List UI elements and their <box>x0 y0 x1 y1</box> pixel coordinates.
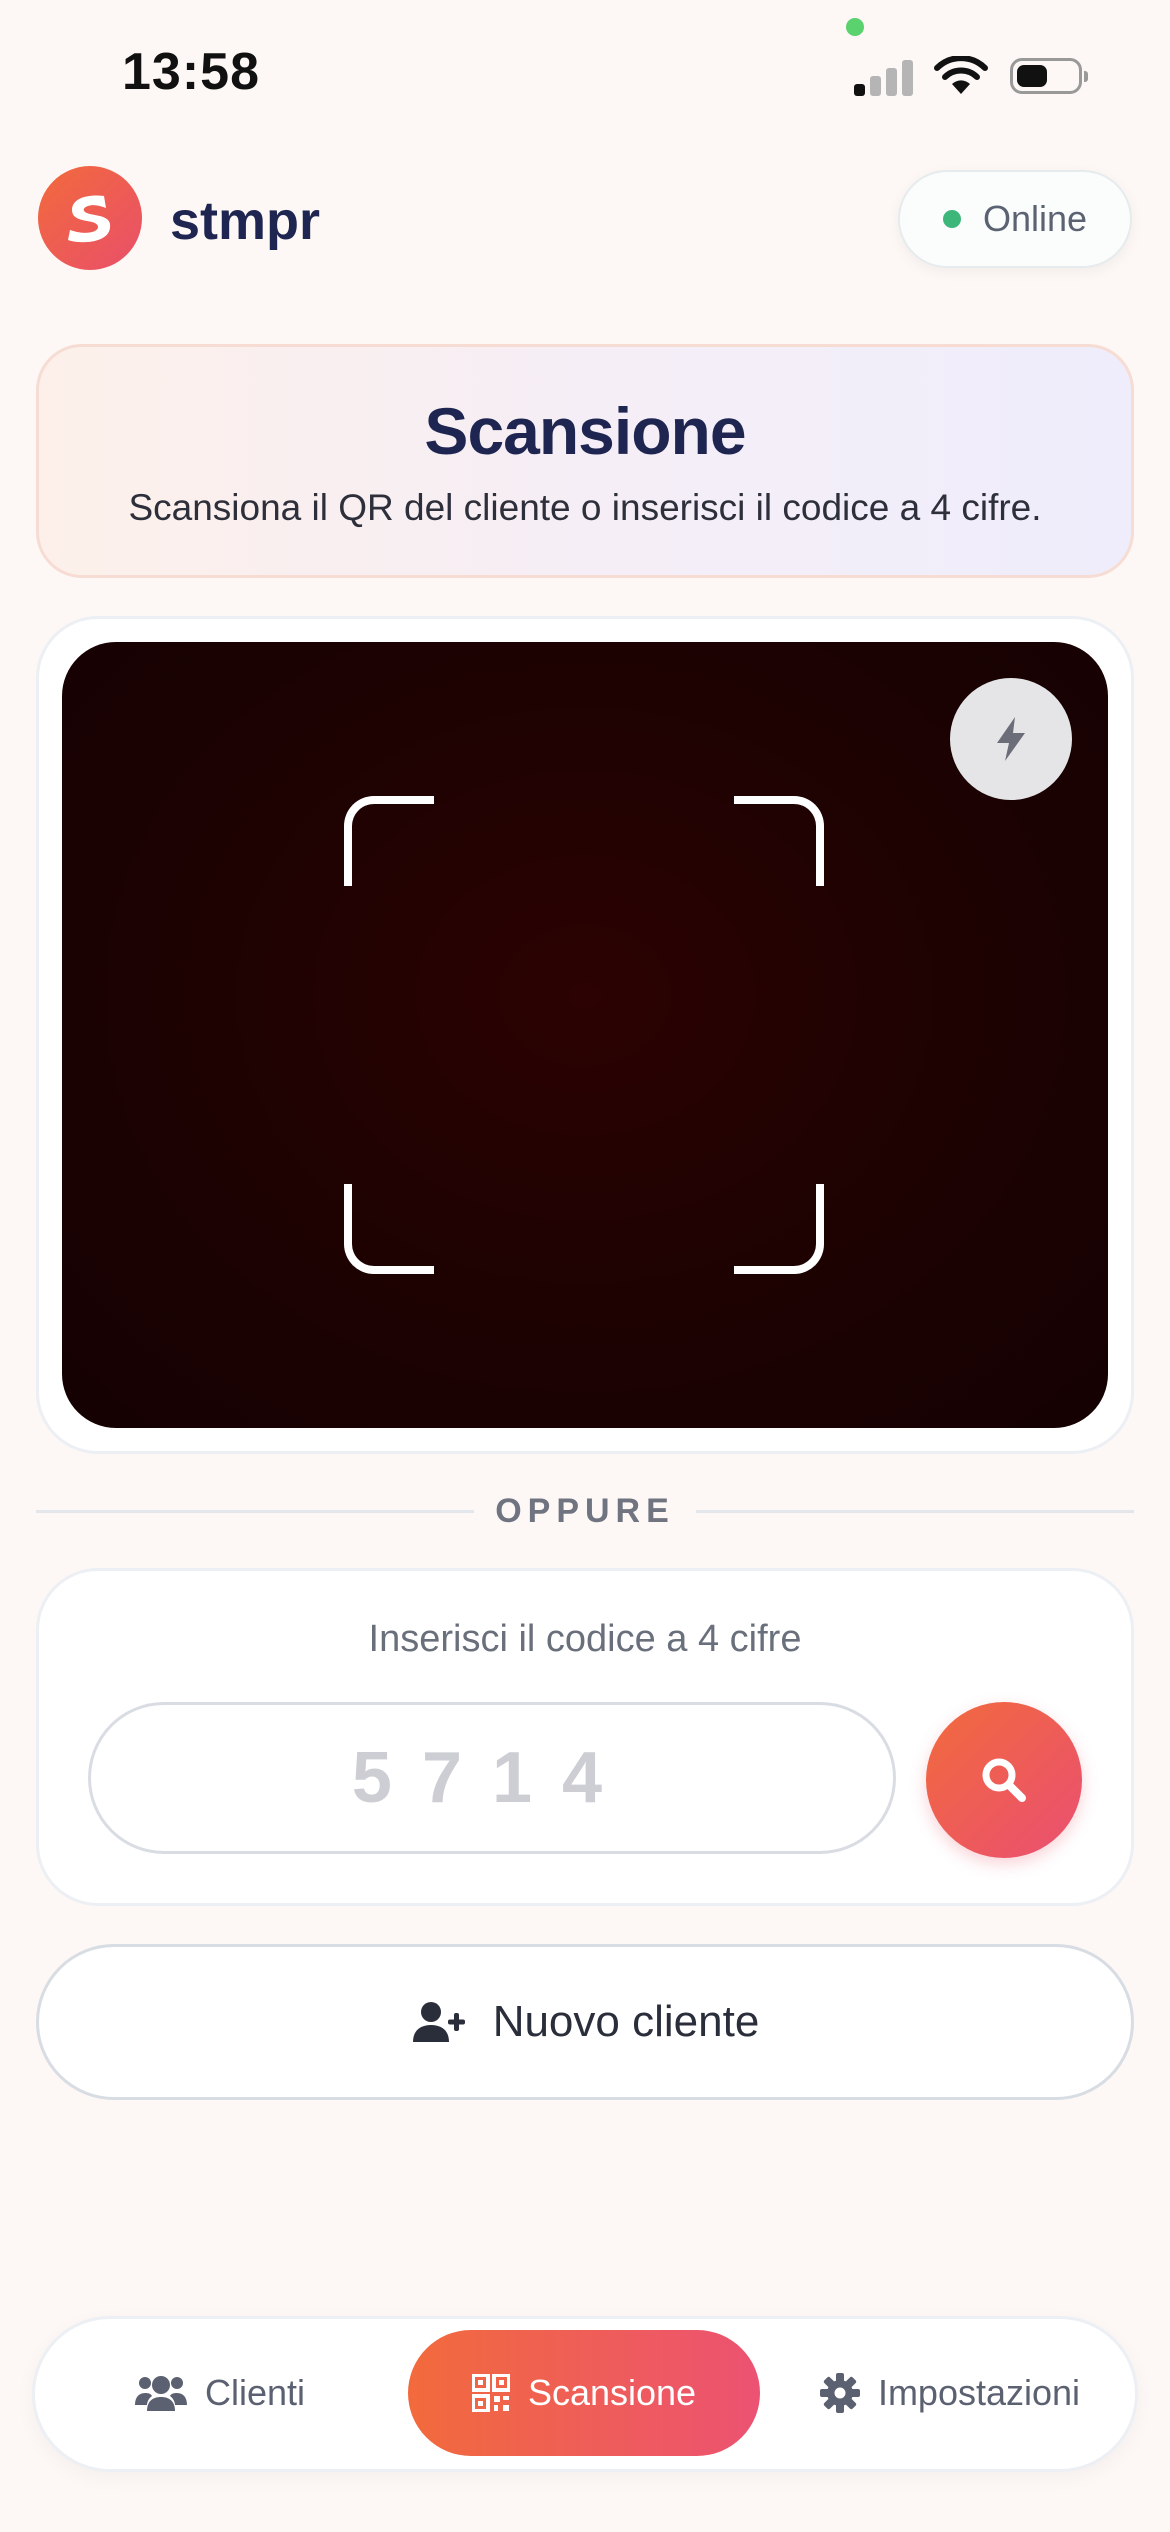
code-input[interactable] <box>88 1702 896 1854</box>
nav-label-impostazioni: Impostazioni <box>877 2372 1081 2413</box>
brand-name: stmpr <box>170 191 321 251</box>
search-icon <box>982 1758 1026 1802</box>
users-icon <box>134 2376 187 2411</box>
flash-toggle-button[interactable] <box>950 678 1072 800</box>
flash-icon <box>997 717 1025 761</box>
nav-label-clienti: Clienti <box>204 2372 306 2413</box>
divider-label: OPPURE <box>495 1492 675 1530</box>
scan-frame-corner-top-right <box>734 796 824 886</box>
cellular-signal-icon <box>854 56 916 96</box>
status-time: 13:58 <box>122 43 260 101</box>
user-plus-icon <box>412 2002 465 2042</box>
nav-item-impostazioni[interactable]: Impostazioni <box>800 2330 1100 2456</box>
camera-viewfinder[interactable] <box>62 642 1108 1428</box>
gear-icon <box>819 2373 860 2413</box>
connection-status-label: Online <box>982 198 1088 239</box>
page-subtitle: Scansiona il QR del cliente o inserisci … <box>128 487 1042 528</box>
nav-item-clienti[interactable]: Clienti <box>100 2330 340 2456</box>
connection-status-badge: Online <box>898 170 1132 268</box>
divider-line-right <box>696 1510 1134 1513</box>
scan-frame-corner-bottom-right <box>734 1184 824 1274</box>
divider-line-left <box>36 1510 474 1513</box>
battery-icon <box>1010 58 1088 94</box>
search-button[interactable] <box>926 1702 1082 1858</box>
stmpr-logo-icon <box>38 166 142 270</box>
nav-label-scansione: Scansione <box>527 2372 697 2413</box>
scan-frame-corner-top-left <box>344 796 434 886</box>
scan-frame-corner-bottom-left <box>344 1184 434 1274</box>
page-title: Scansione <box>424 394 746 468</box>
code-entry-label: Inserisci il codice a 4 cifre <box>368 1618 802 1660</box>
wifi-icon <box>932 55 990 96</box>
online-dot-icon <box>942 210 961 228</box>
qr-code-icon <box>471 2374 510 2412</box>
page-header-card: Scansione Scansiona il QR del cliente o … <box>36 344 1134 578</box>
new-client-label: Nuovo cliente <box>492 1997 760 2046</box>
privacy-indicator-dot <box>846 18 864 36</box>
nav-item-scansione[interactable]: Scansione <box>408 2330 760 2456</box>
new-client-button[interactable]: Nuovo cliente <box>36 1944 1134 2100</box>
